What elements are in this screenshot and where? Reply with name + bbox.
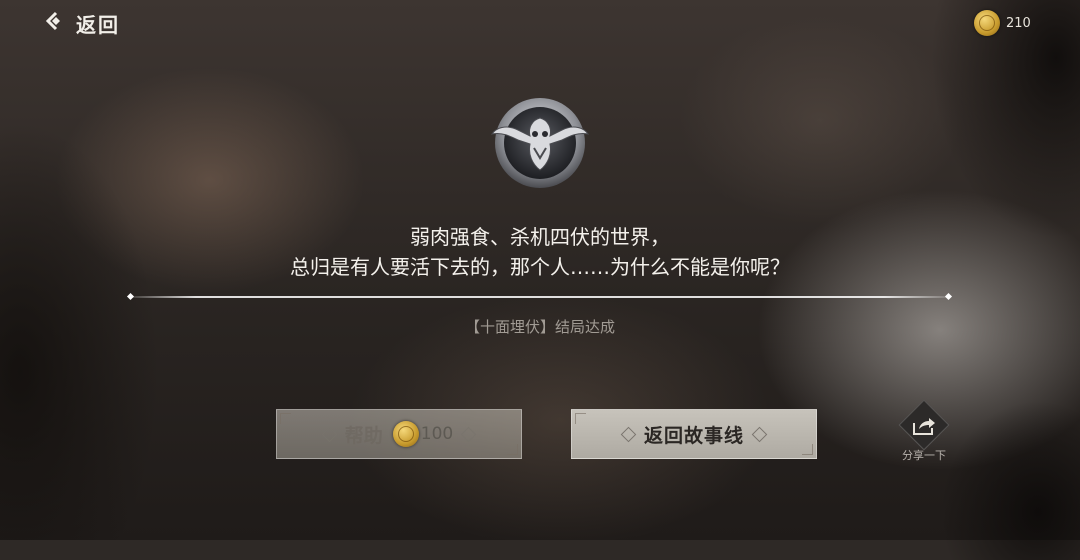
return-storyline-button[interactable]: 返回故事线	[571, 409, 817, 459]
help-cost: 100	[420, 424, 454, 444]
back-label: 返回	[76, 12, 120, 37]
coin-icon	[392, 421, 419, 447]
divider	[130, 296, 950, 298]
share-button[interactable]: 分享一下	[898, 399, 950, 463]
diamond-ornament-icon	[751, 426, 768, 442]
diamond-ornament-icon	[620, 426, 637, 442]
return-storyline-label: 返回故事线	[643, 424, 744, 447]
ink-splatter-top-right	[930, 0, 1080, 240]
currency-display: 210	[974, 10, 1031, 36]
story-quote-line2: 总归是有人要活下去的，那个人……为什么不能是你呢？	[290, 255, 790, 279]
currency-amount: 210	[1006, 15, 1031, 31]
ink-splatter-bottom-right	[940, 400, 1080, 560]
diamond-ornament-icon	[460, 426, 477, 442]
insect-emblem-icon	[488, 96, 592, 190]
story-quote-line1: 弱肉强食、杀机四伏的世界，	[410, 225, 670, 249]
help-button[interactable]: 帮助 100	[276, 409, 522, 459]
diamond-ornament-icon	[321, 426, 338, 442]
chevron-left-icon	[44, 10, 66, 36]
help-label: 帮助	[344, 424, 383, 447]
back-button[interactable]: 返回	[44, 10, 120, 37]
share-label: 分享一下	[902, 449, 946, 462]
share-icon	[911, 415, 937, 441]
ending-achieved-label: 【十面埋伏】结局达成	[464, 318, 615, 336]
coin-icon	[974, 10, 1000, 36]
